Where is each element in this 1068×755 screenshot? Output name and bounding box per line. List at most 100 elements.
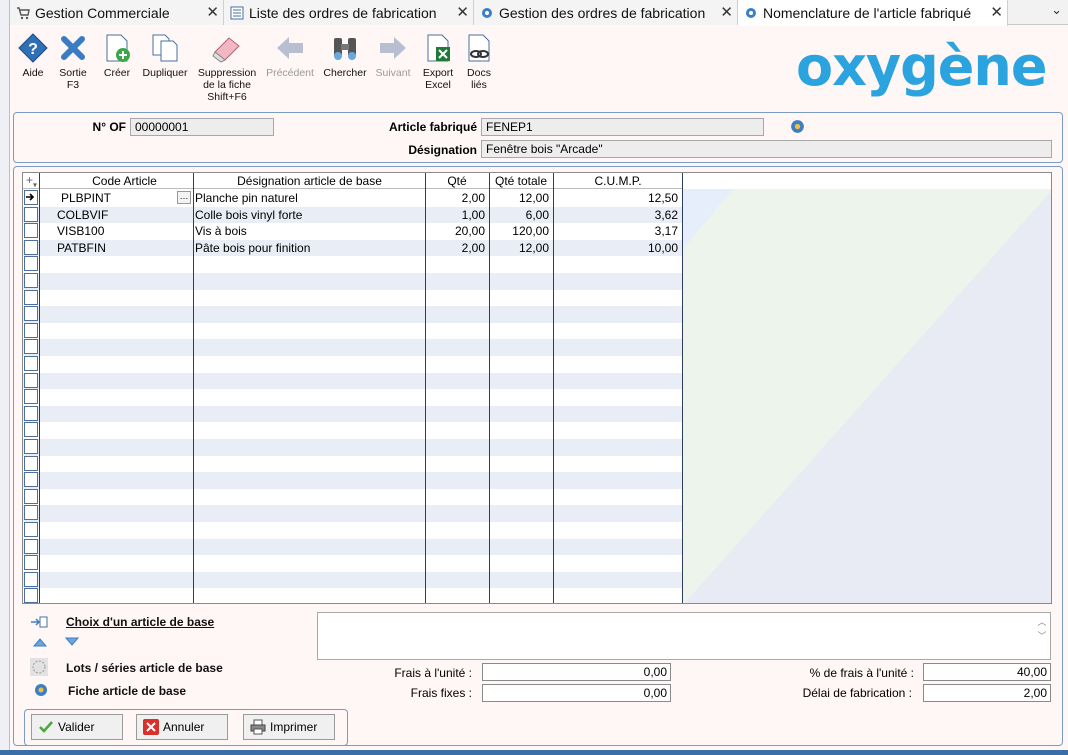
article-field[interactable]: FENEP1 — [481, 118, 764, 136]
cell-qte-totale[interactable]: 6,00 — [490, 207, 551, 223]
add-row-icon[interactable]: +▾ — [26, 173, 37, 189]
row-selector[interactable] — [24, 472, 38, 488]
table-row[interactable] — [23, 372, 683, 390]
chevron-down-icon[interactable]: ⌄ — [1051, 2, 1062, 18]
close-icon[interactable]: ✕ — [990, 3, 1003, 21]
table-row[interactable]: VISB100 Vis à bois 20,00 120,00 3,17 — [23, 223, 683, 240]
notes-memo[interactable]: ︿ ﹀ — [317, 612, 1051, 660]
table-row[interactable] — [23, 538, 683, 556]
table-row[interactable] — [23, 439, 683, 456]
row-selector[interactable] — [24, 223, 38, 239]
row-selector[interactable] — [24, 206, 38, 222]
cell-cump[interactable]: 3,62 — [554, 207, 680, 223]
cell-designation[interactable]: Colle bois vinyl forte — [195, 207, 423, 223]
cell-qte-totale[interactable]: 120,00 — [490, 223, 551, 239]
close-icon[interactable]: ✕ — [720, 3, 733, 21]
row-selector[interactable] — [24, 439, 38, 454]
table-row[interactable] — [23, 588, 683, 603]
cell-qte[interactable]: 1,00 — [426, 207, 487, 223]
row-selector[interactable] — [24, 538, 38, 554]
base-article-sheet-link[interactable]: Fiche article de base — [68, 684, 186, 698]
row-selector[interactable] — [24, 455, 38, 471]
linked-docs-button[interactable]: Docs liés — [462, 32, 496, 91]
cell-code[interactable]: PLBPINT — [61, 190, 181, 206]
col-designation[interactable]: Désignation article de base — [194, 174, 425, 188]
validate-button[interactable]: Valider — [31, 714, 123, 740]
table-row[interactable]: PLBPINT Planche pin naturel 2,00 12,00 12,50… — [23, 190, 683, 207]
row-selector[interactable] — [24, 190, 38, 205]
cell-cump[interactable]: 10,00 — [554, 240, 680, 256]
table-row[interactable] — [23, 389, 683, 406]
table-row[interactable] — [23, 322, 683, 340]
designation-field[interactable]: Fenêtre bois "Arcade" — [481, 140, 1052, 158]
tab-gestion-ordres[interactable]: Gestion des ordres de fabrication ✕ — [474, 0, 738, 25]
col-code-article[interactable]: Code Article — [57, 174, 192, 188]
tab-nomenclature[interactable]: Nomenclature de l'article fabriqué ✕ — [738, 0, 1008, 26]
col-qte[interactable]: Qté — [426, 174, 488, 188]
table-row[interactable] — [23, 571, 683, 589]
table-row[interactable]: COLBVIF Colle bois vinyl forte 1,00 6,00 3,6… — [23, 206, 683, 224]
previous-button[interactable]: Précédent — [264, 32, 316, 79]
row-selector[interactable] — [24, 372, 38, 388]
delai-field[interactable]: 2,00 — [923, 684, 1051, 702]
lots-series-link[interactable]: Lots / séries article de base — [66, 661, 223, 675]
cell-code[interactable]: PATBFIN — [57, 240, 177, 256]
cancel-button[interactable]: Annuler — [136, 714, 228, 740]
cell-qte-totale[interactable]: 12,00 — [490, 190, 551, 206]
col-cump[interactable]: C.U.M.P. — [554, 174, 682, 188]
cell-code[interactable]: COLBVIF — [57, 207, 177, 223]
row-selector[interactable] — [24, 571, 38, 587]
row-selector[interactable] — [24, 356, 38, 371]
arrow-down-icon[interactable] — [64, 636, 80, 651]
table-row[interactable] — [23, 505, 683, 522]
close-icon[interactable]: ✕ — [206, 3, 219, 21]
row-selector[interactable] — [24, 588, 38, 603]
lookup-button[interactable]: … — [177, 191, 191, 204]
table-row[interactable] — [23, 405, 683, 423]
row-selector[interactable] — [24, 422, 38, 438]
cell-cump[interactable]: 12,50 — [554, 190, 680, 206]
memo-scrollbar[interactable]: ︿ ﹀ — [1036, 615, 1048, 643]
table-row[interactable] — [23, 522, 683, 539]
row-selector[interactable] — [24, 389, 38, 405]
table-row[interactable] — [23, 306, 683, 323]
create-button[interactable]: Créer — [100, 32, 134, 79]
frais-unite-field[interactable]: 0,00 — [482, 663, 671, 681]
close-icon[interactable]: ✕ — [456, 3, 469, 21]
cell-code[interactable]: VISB100 — [57, 223, 177, 239]
row-selector[interactable] — [24, 555, 38, 571]
frais-fixes-field[interactable]: 0,00 — [482, 684, 671, 702]
row-selector[interactable] — [24, 339, 38, 355]
table-row[interactable] — [23, 422, 683, 439]
row-selector[interactable] — [24, 239, 38, 255]
insert-row-icon[interactable] — [30, 615, 48, 632]
row-selector[interactable] — [24, 273, 38, 288]
gear-icon[interactable] — [789, 118, 806, 138]
next-button[interactable]: Suivant — [372, 32, 414, 79]
table-row[interactable] — [23, 472, 683, 489]
cell-qte[interactable]: 20,00 — [426, 223, 487, 239]
duplicate-button[interactable]: Dupliquer — [142, 32, 188, 79]
help-button[interactable]: ? Aide — [16, 32, 50, 79]
pct-frais-field[interactable]: 40,00 — [923, 663, 1051, 681]
cell-cump[interactable]: 3,17 — [554, 223, 680, 239]
table-row[interactable] — [23, 339, 683, 356]
row-selector[interactable] — [24, 289, 38, 305]
cell-designation[interactable]: Pâte bois pour finition — [195, 240, 423, 256]
delete-record-button[interactable]: Suppression de la fiche Shift+F6 — [196, 32, 258, 103]
exit-button[interactable]: Sortie F3 — [56, 32, 90, 91]
cell-qte[interactable]: 2,00 — [426, 190, 487, 206]
row-selector[interactable] — [24, 488, 38, 504]
row-selector[interactable] — [24, 522, 38, 537]
tab-liste-ordres[interactable]: Liste des ordres de fabrication ✕ — [224, 0, 474, 25]
table-row[interactable] — [23, 256, 683, 273]
cell-designation[interactable]: Planche pin naturel — [195, 190, 423, 206]
cell-qte-totale[interactable]: 12,00 — [490, 240, 551, 256]
row-selector[interactable] — [24, 322, 38, 338]
table-row[interactable] — [23, 488, 683, 506]
table-row[interactable] — [23, 455, 683, 473]
choose-base-article-link[interactable]: Choix d'un article de base — [66, 615, 214, 629]
cell-qte[interactable]: 2,00 — [426, 240, 487, 256]
tab-gestion-commerciale[interactable]: Gestion Commerciale ✕ — [10, 0, 224, 25]
table-row[interactable]: PATBFIN Pâte bois pour finition 2,00 12,00 1… — [23, 239, 683, 257]
